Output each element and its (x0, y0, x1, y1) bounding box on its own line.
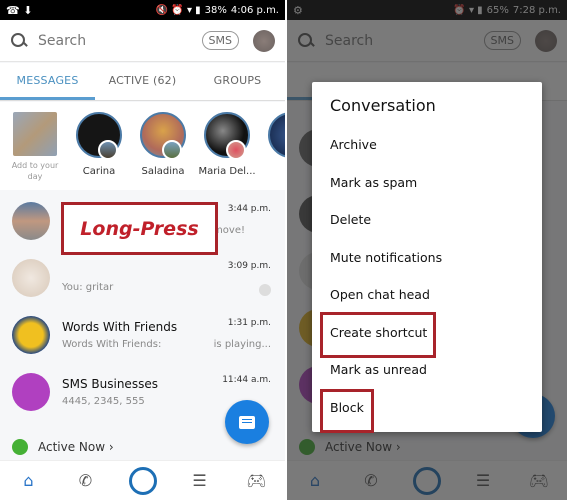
bottom-nav: ⌂ ✆ ☰ 🎮︎ (0, 460, 285, 500)
stories-row: Add to your day Carina Saladina Maria De… (0, 102, 285, 190)
story-name: Saladina (141, 166, 185, 177)
search-icon (10, 32, 28, 50)
story-thumbnail (13, 112, 57, 156)
status-left-icons: ☎ ⬇ (6, 3, 33, 17)
story-item[interactable]: Iv (266, 112, 285, 190)
active-now-label: Active Now › (38, 440, 114, 454)
tab-messages[interactable]: MESSAGES (0, 63, 95, 100)
contact-avatar (12, 315, 50, 354)
annotation-text: Long-Press (80, 217, 199, 240)
story-item[interactable]: Maria Del... (198, 112, 256, 190)
story-thumbnail (140, 112, 186, 160)
clock: 4:06 p.m. (230, 4, 279, 16)
story-thumbnail (268, 112, 285, 158)
story-name: Add to your day (11, 161, 59, 181)
menu-item-block[interactable]: Block (312, 388, 542, 432)
camera-icon[interactable] (128, 466, 158, 496)
sms-button[interactable]: SMS (201, 31, 239, 50)
home-icon[interactable]: ⌂ (14, 466, 44, 496)
story-item[interactable]: Carina (74, 112, 124, 190)
message-preview-status: is playing... (213, 338, 271, 350)
story-thumbnail (204, 112, 250, 160)
message-time: 1:31 p.m. (227, 318, 271, 328)
compose-icon (239, 415, 255, 429)
message-time: 3:44 p.m. (227, 204, 271, 214)
story-add[interactable]: Add to your day (10, 112, 60, 190)
story-avatar (98, 140, 118, 160)
search-input[interactable]: Search (38, 33, 202, 49)
menu-title: Conversation (330, 96, 436, 115)
story-avatar (162, 140, 182, 160)
battery-level: 38% (204, 4, 227, 16)
profile-avatar[interactable] (253, 29, 275, 52)
seen-avatar (259, 284, 271, 296)
message-preview: You: gritar (62, 281, 114, 293)
right-screenshot: ⚙ ⏰ ▾ ▮ 65% 7:28 p.m. Search SMS Active … (287, 0, 567, 500)
story-name: Maria Del... (198, 166, 256, 177)
tab-bar: MESSAGES ACTIVE (62) GROUPS (0, 63, 285, 101)
message-preview: 4445, 2345, 555 (62, 395, 145, 407)
status-icons: 🔇 ⏰ ▾ ▮ (155, 4, 201, 16)
contact-avatar (12, 201, 50, 240)
story-name: Carina (82, 166, 116, 177)
status-bar: ☎ ⬇ 🔇 ⏰ ▾ ▮ 38% 4:06 p.m. (0, 0, 285, 20)
menu-item-delete[interactable]: Delete (312, 201, 542, 239)
long-press-annotation: Long-Press (61, 202, 218, 255)
tab-active[interactable]: ACTIVE (62) (95, 63, 190, 100)
sms-businesses-icon (12, 372, 50, 411)
active-now-icon (12, 439, 28, 455)
menu-item-open-chat-head[interactable]: Open chat head (312, 276, 542, 314)
message-preview: Words With Friends: (62, 338, 162, 350)
message-time: 11:44 a.m. (222, 375, 271, 385)
story-thumbnail (76, 112, 122, 160)
search-bar[interactable]: Search SMS (0, 20, 285, 62)
menu-item-mark-as-unread[interactable]: Mark as unread (312, 351, 542, 389)
menu-item-mark-as-spam[interactable]: Mark as spam (312, 164, 542, 202)
conversation-row[interactable]: You: gritar 3:09 p.m. (0, 249, 285, 306)
phone-icon[interactable]: ✆ (71, 466, 101, 496)
tab-groups[interactable]: GROUPS (190, 63, 285, 100)
menu-item-archive[interactable]: Archive (312, 126, 542, 164)
conversation-context-menu: Conversation Archive Mark as spam Delete… (312, 82, 542, 432)
menu-item-create-shortcut[interactable]: Create shortcut (312, 311, 542, 357)
message-time: 3:09 p.m. (227, 261, 271, 271)
left-screenshot: ☎ ⬇ 🔇 ⏰ ▾ ▮ 38% 4:06 p.m. Search SMS MES… (0, 0, 285, 500)
contact-avatar (12, 258, 50, 297)
story-avatar (226, 140, 246, 160)
active-now-bar[interactable]: Active Now › (0, 436, 285, 458)
games-icon[interactable]: 🎮︎ (242, 466, 272, 496)
menu-item-mute-notifications[interactable]: Mute notifications (312, 239, 542, 277)
list-icon[interactable]: ☰ (185, 466, 215, 496)
story-item[interactable]: Saladina (138, 112, 188, 190)
conversation-row[interactable]: Words With Friends Words With Friends: is… (0, 306, 285, 363)
